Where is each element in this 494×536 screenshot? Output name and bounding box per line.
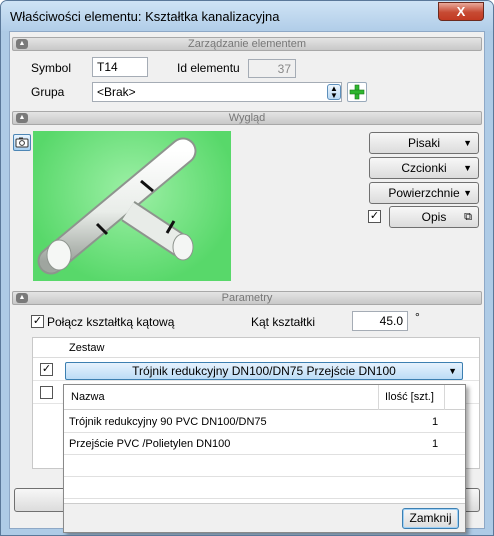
- element-id-field: 37: [248, 59, 296, 78]
- component-name: Przejście PVC /Polietylen DN100: [69, 438, 231, 450]
- dialog-window: Właściwości elementu: Kształtka kanaliza…: [0, 0, 494, 536]
- description-button[interactable]: Opis ⧉: [389, 206, 479, 228]
- fonts-label: Czcionki: [401, 161, 447, 175]
- set-row-checkbox[interactable]: ✓: [40, 363, 53, 376]
- add-group-button[interactable]: [347, 82, 367, 102]
- dropdown-arrow-icon: ▼: [448, 366, 457, 376]
- components-grid-header: Nazwa Ilość [szt.]: [64, 385, 465, 410]
- close-popup-button[interactable]: Zamknij: [402, 508, 459, 529]
- dropdown-arrow-icon: ▼: [463, 138, 472, 148]
- set-table-header: Zestaw: [33, 338, 479, 358]
- table-row[interactable]: Przejście PVC /Polietylen DN100 1: [64, 434, 465, 455]
- set-combo-value: Trójnik redukcyjny DN100/DN75 Przejście …: [132, 364, 396, 378]
- surfaces-button[interactable]: Powierzchnie ▼: [369, 182, 479, 204]
- connect-angle-fitting-label: Połącz kształtką kątową: [47, 315, 175, 329]
- set-column-header: Zestaw: [69, 342, 105, 354]
- table-row[interactable]: [64, 478, 465, 499]
- collapse-chevron-icon[interactable]: ▲: [16, 113, 28, 123]
- symbol-input[interactable]: T14: [92, 57, 148, 77]
- fonts-button[interactable]: Czcionki ▼: [369, 157, 479, 179]
- section-title-appearance: Wygląd: [228, 112, 266, 124]
- angle-unit: °: [415, 310, 420, 324]
- group-label: Grupa: [31, 85, 65, 99]
- pens-label: Pisaki: [407, 136, 440, 150]
- collapse-chevron-icon[interactable]: ▲: [16, 39, 28, 49]
- symbol-label: Symbol: [31, 61, 72, 75]
- dialog-client-area: ▲ Zarządzanie elementem Symbol T14 Id el…: [9, 31, 485, 533]
- dropdown-arrow-icon: ▼: [463, 188, 472, 198]
- quantity-column-header: Ilość [szt.]: [385, 391, 434, 403]
- components-grid: Nazwa Ilość [szt.] Trójnik redukcyjny 90…: [64, 385, 465, 501]
- connect-angle-fitting-checkbox[interactable]: ✓: [31, 315, 44, 328]
- name-column-header: Nazwa: [71, 391, 105, 403]
- component-quantity: 1: [432, 416, 439, 428]
- table-row[interactable]: Trójnik redukcyjny 90 PVC DN100/DN75 1: [64, 412, 465, 433]
- section-title-parameters: Parametry: [221, 292, 273, 304]
- tee-fitting-image: [37, 137, 197, 275]
- section-header-management[interactable]: ▲ Zarządzanie elementem: [12, 37, 482, 51]
- section-title-management: Zarządzanie elementem: [187, 38, 306, 50]
- add-icon: [349, 84, 365, 100]
- close-button[interactable]: X: [438, 2, 484, 21]
- window-title: Właściwości elementu: Kształtka kanaliza…: [10, 9, 280, 24]
- collapse-chevron-icon[interactable]: ▲: [16, 293, 28, 303]
- group-field[interactable]: <Brak>: [92, 82, 342, 102]
- dropdown-arrow-icon: ▼: [463, 163, 472, 173]
- description-checkbox[interactable]: ✓: [368, 210, 381, 223]
- camera-icon: [15, 137, 29, 148]
- column-divider: [444, 385, 445, 410]
- set-combo[interactable]: Trójnik redukcyjny DN100/DN75 Przejście …: [65, 362, 463, 380]
- set-row-checkbox[interactable]: [40, 386, 53, 399]
- component-quantity: 1: [432, 438, 439, 450]
- table-row[interactable]: [64, 456, 465, 477]
- angle-input[interactable]: 45.0: [352, 311, 408, 331]
- description-label: Opis: [421, 210, 447, 224]
- section-header-parameters[interactable]: ▲ Parametry: [12, 291, 482, 305]
- section-header-appearance[interactable]: ▲ Wygląd: [12, 111, 482, 125]
- component-name: Trójnik redukcyjny 90 PVC DN100/DN75: [69, 416, 267, 428]
- camera-button[interactable]: [13, 134, 31, 151]
- surfaces-label: Powierzchnie: [388, 186, 460, 200]
- title-bar[interactable]: Właściwości elementu: Kształtka kanaliza…: [1, 1, 493, 31]
- element-id-label: Id elementu: [177, 61, 240, 75]
- popup-footer: Zamknij: [64, 503, 465, 532]
- pens-button[interactable]: Pisaki ▼: [369, 132, 479, 154]
- column-divider: [378, 385, 379, 410]
- angle-label: Kąt kształtki: [251, 315, 316, 329]
- set-components-popup: Nazwa Ilość [szt.] Trójnik redukcyjny 90…: [63, 384, 466, 533]
- element-preview: [33, 131, 231, 281]
- spin-up-down-icon[interactable]: ▲ ▼: [327, 84, 341, 100]
- open-dialog-icon: ⧉: [464, 211, 472, 223]
